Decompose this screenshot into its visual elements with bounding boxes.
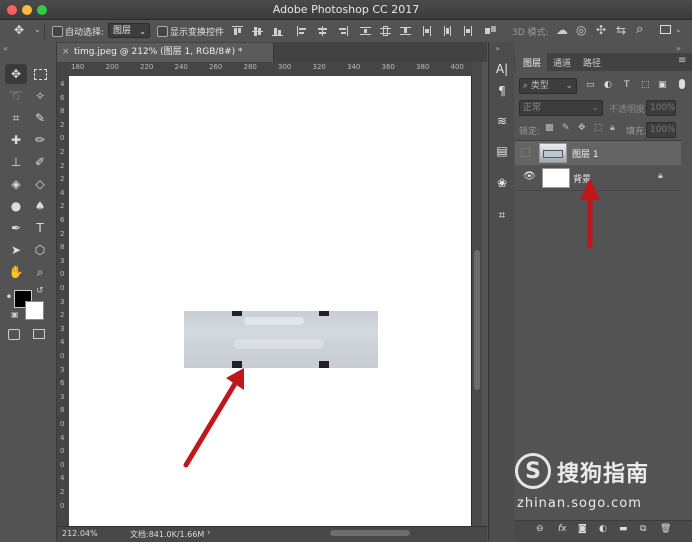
annotation-arrows: [183, 178, 600, 468]
annotation-arrow-layer: [580, 178, 600, 249]
annotation-arrow-canvas: [183, 368, 244, 468]
